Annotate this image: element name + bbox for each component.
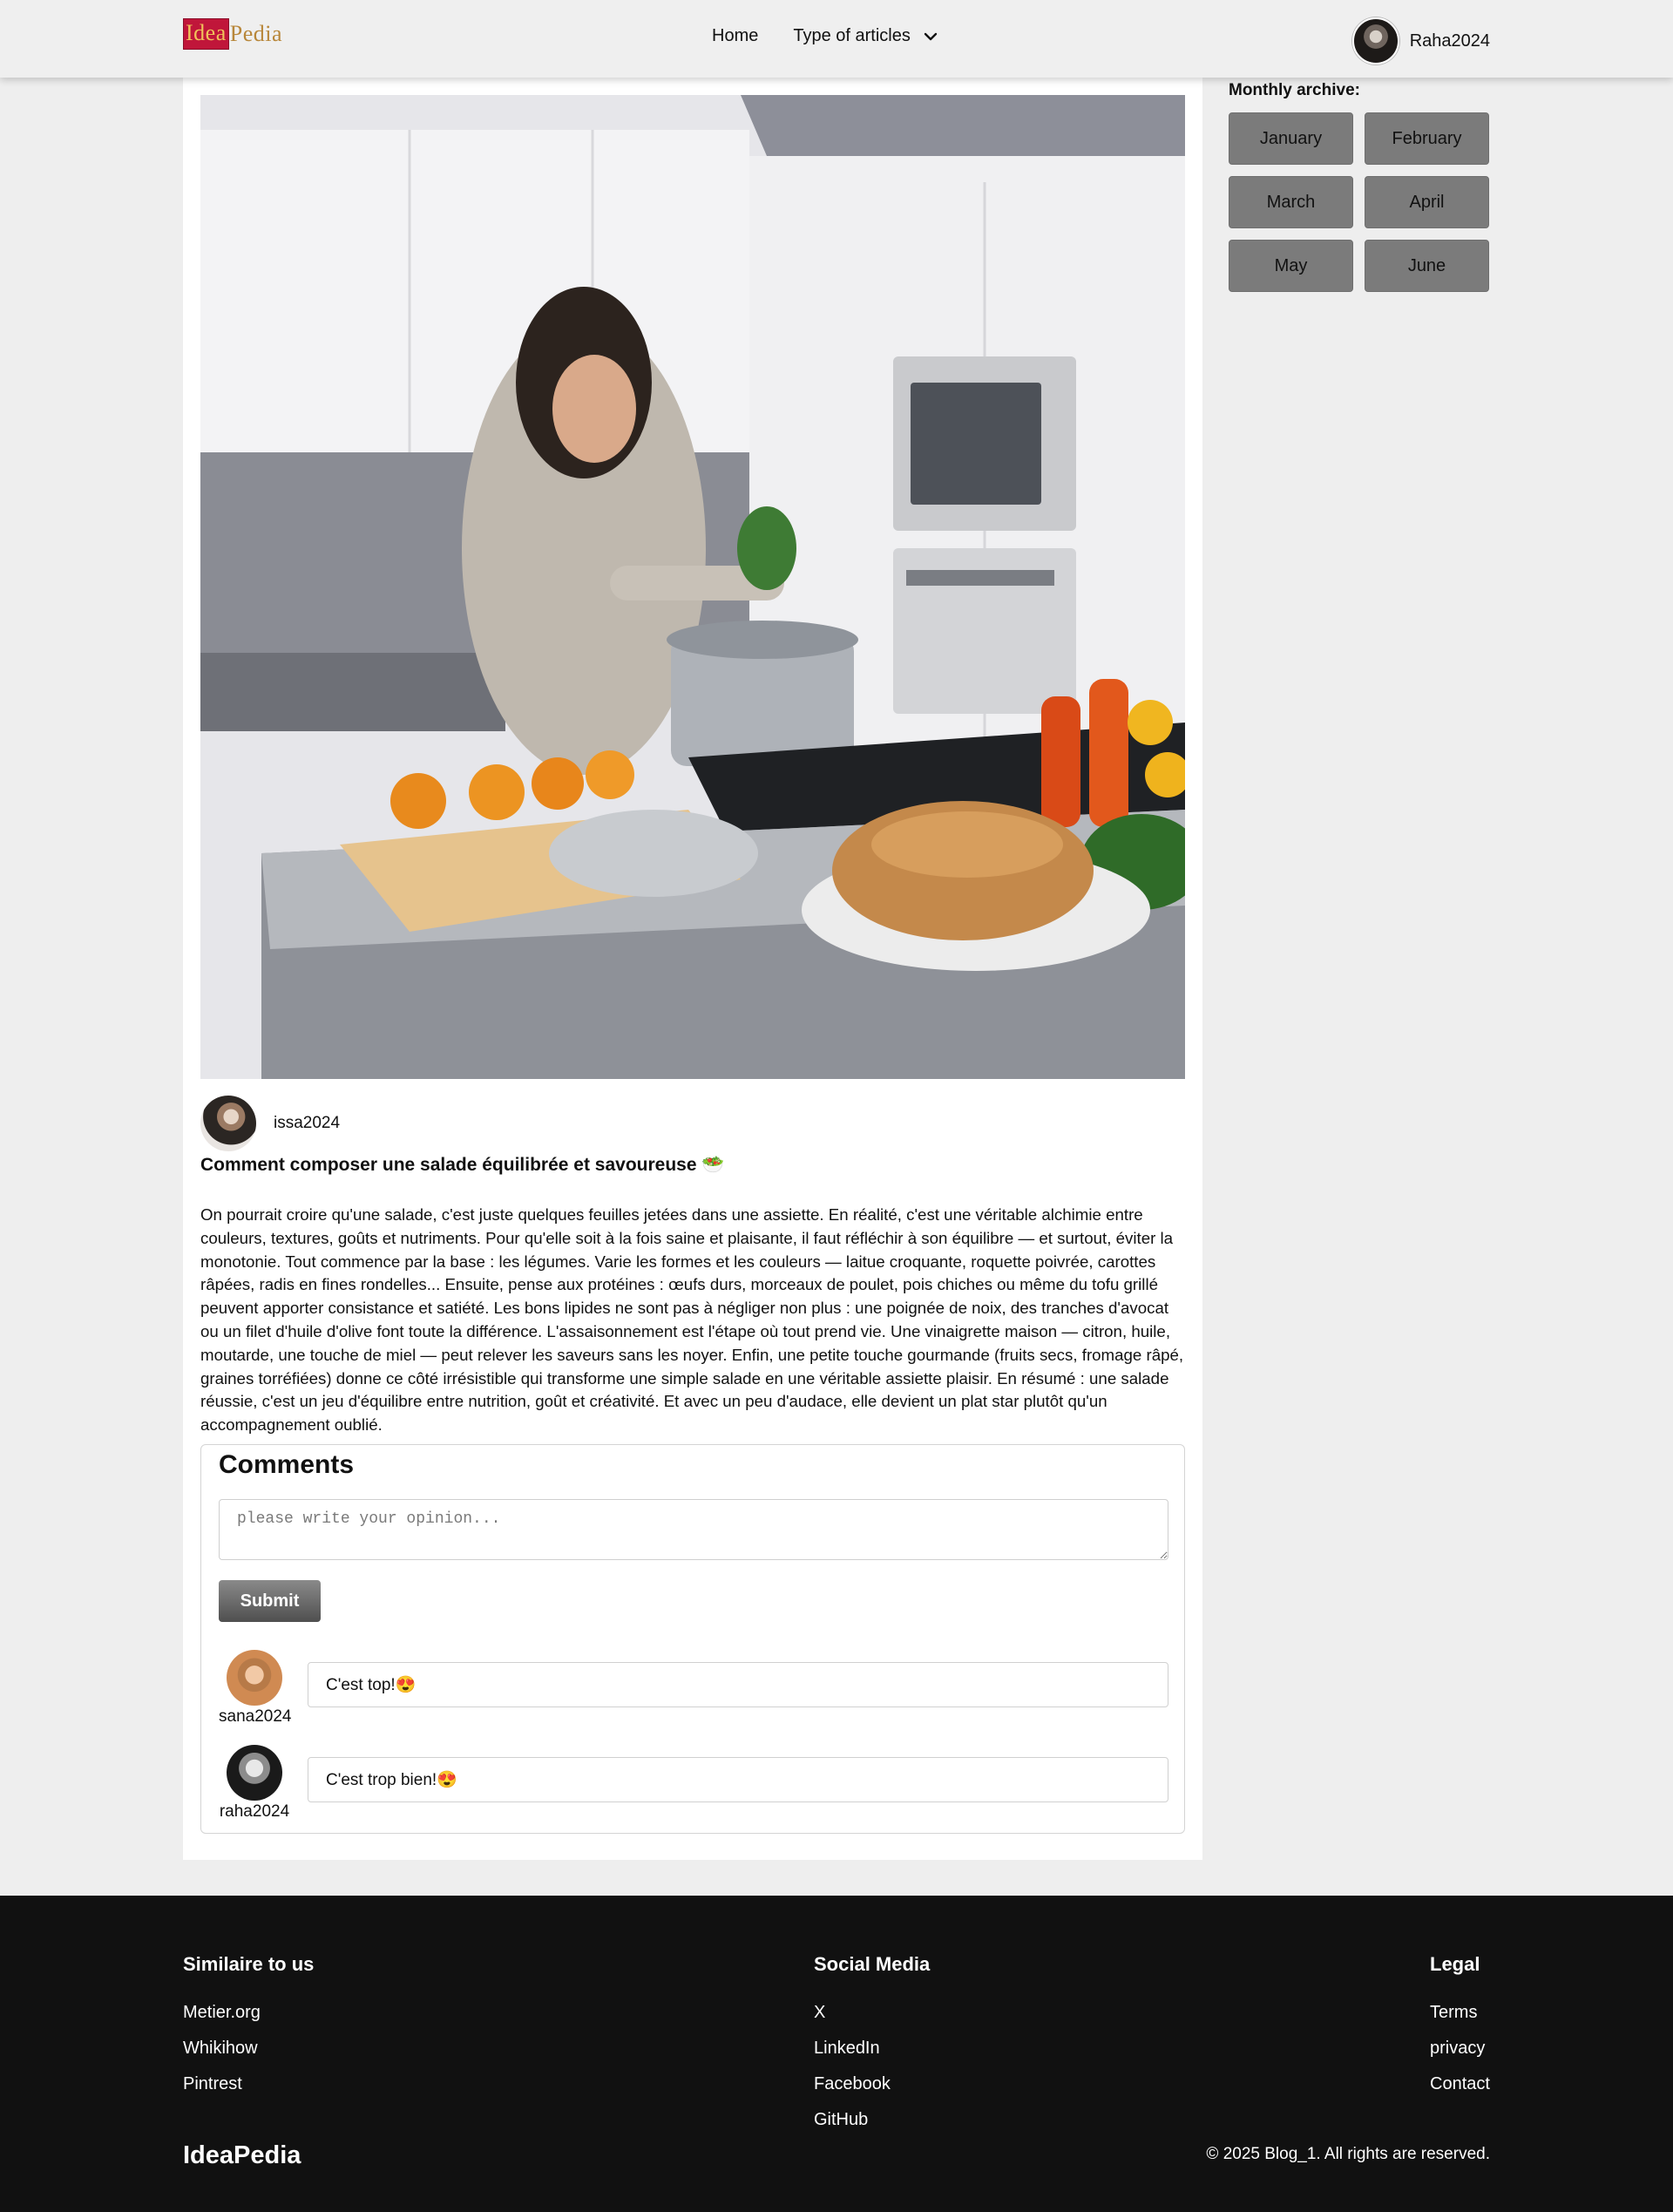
footer-link-privacy[interactable]: privacy [1430, 2031, 1490, 2066]
footer-social-title: Social Media [814, 1953, 931, 1975]
top-navbar: Idea Pedia Home Type of articles Raha2024 [0, 0, 1673, 78]
footer-link-terms[interactable]: Terms [1430, 1995, 1490, 2031]
footer-legal-title: Legal [1430, 1953, 1480, 1975]
comment-text: C'est top!😍 [308, 1662, 1168, 1707]
article-container: issa2024 Comment composer une salade équ… [183, 78, 1202, 1860]
footer-link-metier[interactable]: Metier.org [183, 1995, 314, 2031]
comment-user[interactable]: sana2024 [219, 1650, 292, 1727]
archive-may-button[interactable]: May [1229, 240, 1353, 292]
post-title: Comment composer une salade équilibrée e… [200, 1155, 725, 1175]
nav-types-dropdown[interactable]: Type of articles [793, 26, 938, 46]
comment-item: sana2024 C'est top!😍 [219, 1650, 1168, 1728]
archive-grid: January February March April May June [1229, 112, 1490, 292]
commenter-name: sana2024 [219, 1707, 292, 1726]
nav-types-label: Type of articles [793, 26, 911, 45]
archive-april-button[interactable]: April [1365, 176, 1489, 228]
post-author[interactable]: issa2024 [200, 1096, 340, 1151]
author-name: issa2024 [274, 1114, 341, 1132]
footer-link-github[interactable]: GitHub [814, 2102, 930, 2138]
nav-home-link[interactable]: Home [712, 26, 758, 46]
footer-link-linkedin[interactable]: LinkedIn [814, 2031, 930, 2066]
submit-button[interactable]: Submit [219, 1580, 321, 1622]
footer-social-column: Social Media X LinkedIn Facebook GitHub [814, 1953, 930, 2138]
commenter-avatar [227, 1745, 282, 1801]
footer-link-contact[interactable]: Contact [1430, 2066, 1490, 2102]
comment-user[interactable]: raha2024 [219, 1745, 290, 1822]
user-avatar [1351, 17, 1399, 64]
logo-pedia-text: Pedia [229, 21, 283, 46]
article-hero-image [200, 95, 1185, 1079]
comments-heading: Comments [219, 1450, 355, 1479]
user-name: Raha2024 [1409, 31, 1490, 51]
commenter-avatar [227, 1650, 282, 1706]
archive-january-button[interactable]: January [1229, 112, 1353, 165]
logo-idea-text: Idea [183, 18, 229, 50]
comment-item: raha2024 C'est trop bien!😍 [219, 1745, 1168, 1823]
chevron-down-icon [924, 32, 938, 40]
site-footer: Similaire to us Metier.org Whikihow Pint… [0, 1896, 1673, 2212]
post-body: On pourrait croire qu'une salade, c'est … [200, 1205, 1184, 1435]
comment-input[interactable] [219, 1499, 1168, 1560]
footer-similar-title: Similaire to us [183, 1953, 315, 1975]
footer-legal-column: Legal Terms privacy Contact [1430, 1953, 1490, 2102]
archive-sidebar: Monthly archive: January February March … [1229, 81, 1490, 292]
comments-section: Comments Submit sana2024 C'est top!😍 rah… [200, 1444, 1185, 1834]
footer-brand: IdeaPedia [183, 2141, 301, 2169]
footer-link-whikihow[interactable]: Whikihow [183, 2031, 314, 2066]
footer-similar-column: Similaire to us Metier.org Whikihow Pint… [183, 1953, 314, 2102]
author-avatar [200, 1096, 256, 1151]
footer-copyright: © 2025 Blog_1. All rights are reserved. [1206, 2145, 1490, 2163]
footer-link-facebook[interactable]: Facebook [814, 2066, 930, 2102]
archive-february-button[interactable]: February [1365, 112, 1489, 165]
archive-june-button[interactable]: June [1365, 240, 1489, 292]
user-menu[interactable]: Raha2024 [1351, 17, 1490, 64]
main-nav: Home Type of articles [712, 26, 938, 46]
footer-link-x[interactable]: X [814, 1995, 930, 2031]
footer-link-pintrest[interactable]: Pintrest [183, 2066, 314, 2102]
site-logo[interactable]: Idea Pedia [183, 17, 282, 51]
archive-title: Monthly archive: [1229, 81, 1360, 99]
commenter-name: raha2024 [219, 1802, 290, 1821]
comment-text: C'est trop bien!😍 [308, 1757, 1168, 1802]
archive-march-button[interactable]: March [1229, 176, 1353, 228]
